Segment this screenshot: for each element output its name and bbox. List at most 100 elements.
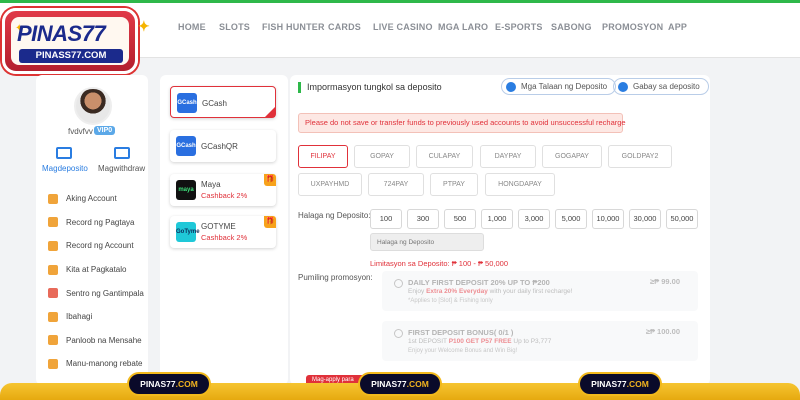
amount-option-30000[interactable]: 30,000 [629,209,661,229]
promo-min-amount: ≥₱ 100.00 [645,327,680,336]
guide-icon [618,81,628,92]
avatar[interactable] [74,87,112,125]
channel-culapay[interactable]: CULAPAY [416,145,473,168]
nav-home[interactable]: HOME [178,22,206,32]
payment-gcashqr[interactable]: GCash GCashQR [170,130,276,162]
nav-cards[interactable]: CARDS [328,22,361,32]
nav-fish-hunter[interactable]: FISH HUNTER [262,22,325,32]
records-icon [506,81,516,92]
deposit-guide-label: Gabay sa deposito [633,82,700,91]
deposit-panel: Impormasyon tungkol sa deposito Mga Tala… [290,75,710,387]
promo-description: 1st DEPOSIT P100 GET P57 FREE Up to P3,7… [408,338,551,345]
amount-option-50000[interactable]: 50,000 [666,209,698,229]
channel-uxpayhmd[interactable]: UXPAYHMD [298,173,362,196]
rebate-icon [48,358,58,369]
nav-app[interactable]: APP [668,22,687,32]
menu-item-aking-account[interactable]: Aking Account [48,187,148,211]
promo-title: FIRST DEPOSIT BONUS( 0/1 ) [408,328,514,337]
channel-filipay[interactable]: FILIPAY [298,145,348,168]
logo-star-icon: ✦ [138,18,150,34]
menu-item-record-pagtaya[interactable]: Record ng Pagtaya [48,211,148,235]
nav-mga-laro[interactable]: MGA LARO [438,22,488,32]
warning-notice: Please do not save or transfer funds to … [298,113,626,133]
payment-maya[interactable]: maya Maya Cashback 2% 🎁 [170,174,276,206]
channel-724pay[interactable]: 724PAY [368,173,424,196]
payment-name: GCashQR [201,142,238,151]
gotyme-logo-icon: GoTyme [176,222,200,242]
deposit-icon[interactable] [56,147,72,159]
payment-gcash[interactable]: GCash GCash [170,86,276,118]
menu-item-label: Manu-manong rebate [66,359,143,369]
amount-option-100[interactable]: 100 [370,209,402,229]
profit-loss-icon [48,264,58,275]
promo-desc-highlight: P100 GET P57 FREE [448,338,512,345]
nav-live-casino[interactable]: LIVE CASINO [373,22,433,32]
payment-method-list: GCash GCash GCash GCashQR maya Maya Cash… [160,75,288,385]
menu-item-label: Sentro ng Gantimpala [66,288,144,298]
menu-item-ibahagi[interactable]: Ibahagi [48,305,148,329]
menu-item-kita-pagkatalo[interactable]: Kita at Pagkatalo [48,258,148,282]
promo-desc-highlight: Extra 20% Everyday [426,288,488,295]
promo-description: Enjoy Extra 20% Everyday with your daily… [408,288,572,295]
channel-ptpay[interactable]: PTPAY [430,173,478,196]
deposit-tab[interactable]: Magdeposito [42,164,88,173]
account-sidebar: fvdvfvv VIP0 Magdeposito Magwithdraw Aki… [36,75,148,385]
promo-radio[interactable] [394,279,403,288]
pill-text: PINAS77 [140,379,176,389]
payment-name: GCash [202,99,227,108]
amount-option-500[interactable]: 500 [444,209,476,229]
amount-option-1000[interactable]: 1,000 [481,209,513,229]
deposit-limit: Limitasyon sa Deposito: ₱ 100 - ₱ 50,000 [370,259,508,268]
menu-item-label: Record ng Account [66,241,134,251]
withdraw-icon[interactable] [114,147,130,159]
pill-text: PINAS77 [591,379,627,389]
promo-title: DAILY FIRST DEPOSIT 20% UP TO ₱200 [408,278,550,287]
deposit-records-button[interactable]: Mga Talaan ng Deposito [501,78,617,95]
account-icon [48,193,58,204]
payment-gotyme[interactable]: GoTyme GOTYME Cashback 2% 🎁 [170,216,276,248]
message-icon [48,335,58,346]
promo-note: Enjoy your Welcome Bonus and Win Big! [408,348,518,354]
promo-min-amount: ≥₱ 99.00 [650,277,680,286]
promo-option-daily[interactable]: DAILY FIRST DEPOSIT 20% UP TO ₱200 ≥₱ 99… [382,271,698,311]
channel-hongdapay[interactable]: HONGDAPAY [485,173,555,196]
logo-subtext: PINASS77.COM [19,49,123,63]
amount-option-10000[interactable]: 10,000 [592,209,624,229]
channel-gopay[interactable]: GOPAY [354,145,410,168]
nav-promosyon[interactable]: PROMOSYON [602,22,663,32]
amount-option-300[interactable]: 300 [407,209,439,229]
menu-item-panloob-mensahe[interactable]: Panloob na Mensahe [48,329,148,353]
amount-label: Halaga ng Deposito: [298,211,371,220]
promo-desc-post: with your daily first recharge! [487,288,573,295]
deposit-guide-button[interactable]: Gabay sa deposito [613,78,709,95]
section-marker [298,82,301,93]
payment-name: GOTYME [201,222,236,231]
channel-goldpay2[interactable]: GOLDPAY2 [608,145,672,168]
channel-daypay[interactable]: DAYPAY [480,145,536,168]
menu-item-label: Aking Account [66,194,117,204]
promo-label: Pumiling promosyon: [298,273,373,282]
menu-item-record-account[interactable]: Record ng Account [48,234,148,258]
logo-text: PINAS77 [17,21,106,46]
payment-bonus: Cashback 2% [201,233,248,242]
menu-item-sentro-gantimpala[interactable]: Sentro ng Gantimpala [48,281,148,305]
site-logo[interactable]: ✦ PINAS77 PINASS77.COM [2,8,138,74]
promo-desc-post: Up to P3,777 [511,338,552,345]
promo-radio[interactable] [394,329,403,338]
banner-pill-right[interactable]: PINAS77.COM [578,372,662,396]
nav-slots[interactable]: SLOTS [219,22,250,32]
promo-option-first-deposit[interactable]: FIRST DEPOSIT BONUS( 0/1 ) ≥₱ 100.00 1st… [382,321,698,361]
amount-option-3000[interactable]: 3,000 [518,209,550,229]
payment-name: Maya [201,180,221,189]
amount-option-5000[interactable]: 5,000 [555,209,587,229]
deposit-info-title: Impormasyon tungkol sa deposito [307,82,442,92]
nav-esports[interactable]: E-SPORTS [495,22,543,32]
withdraw-tab[interactable]: Magwithdraw [98,164,145,173]
banner-pill-center[interactable]: PINAS77.COM [358,372,442,396]
amount-input[interactable] [370,233,484,251]
vip-badge: VIP0 [94,126,116,135]
channel-gogapay[interactable]: GOGAPAY [542,145,602,168]
banner-pill-left[interactable]: PINAS77.COM [127,372,211,396]
pill-domain: .COM [406,379,429,389]
nav-sabong[interactable]: SABONG [551,22,592,32]
